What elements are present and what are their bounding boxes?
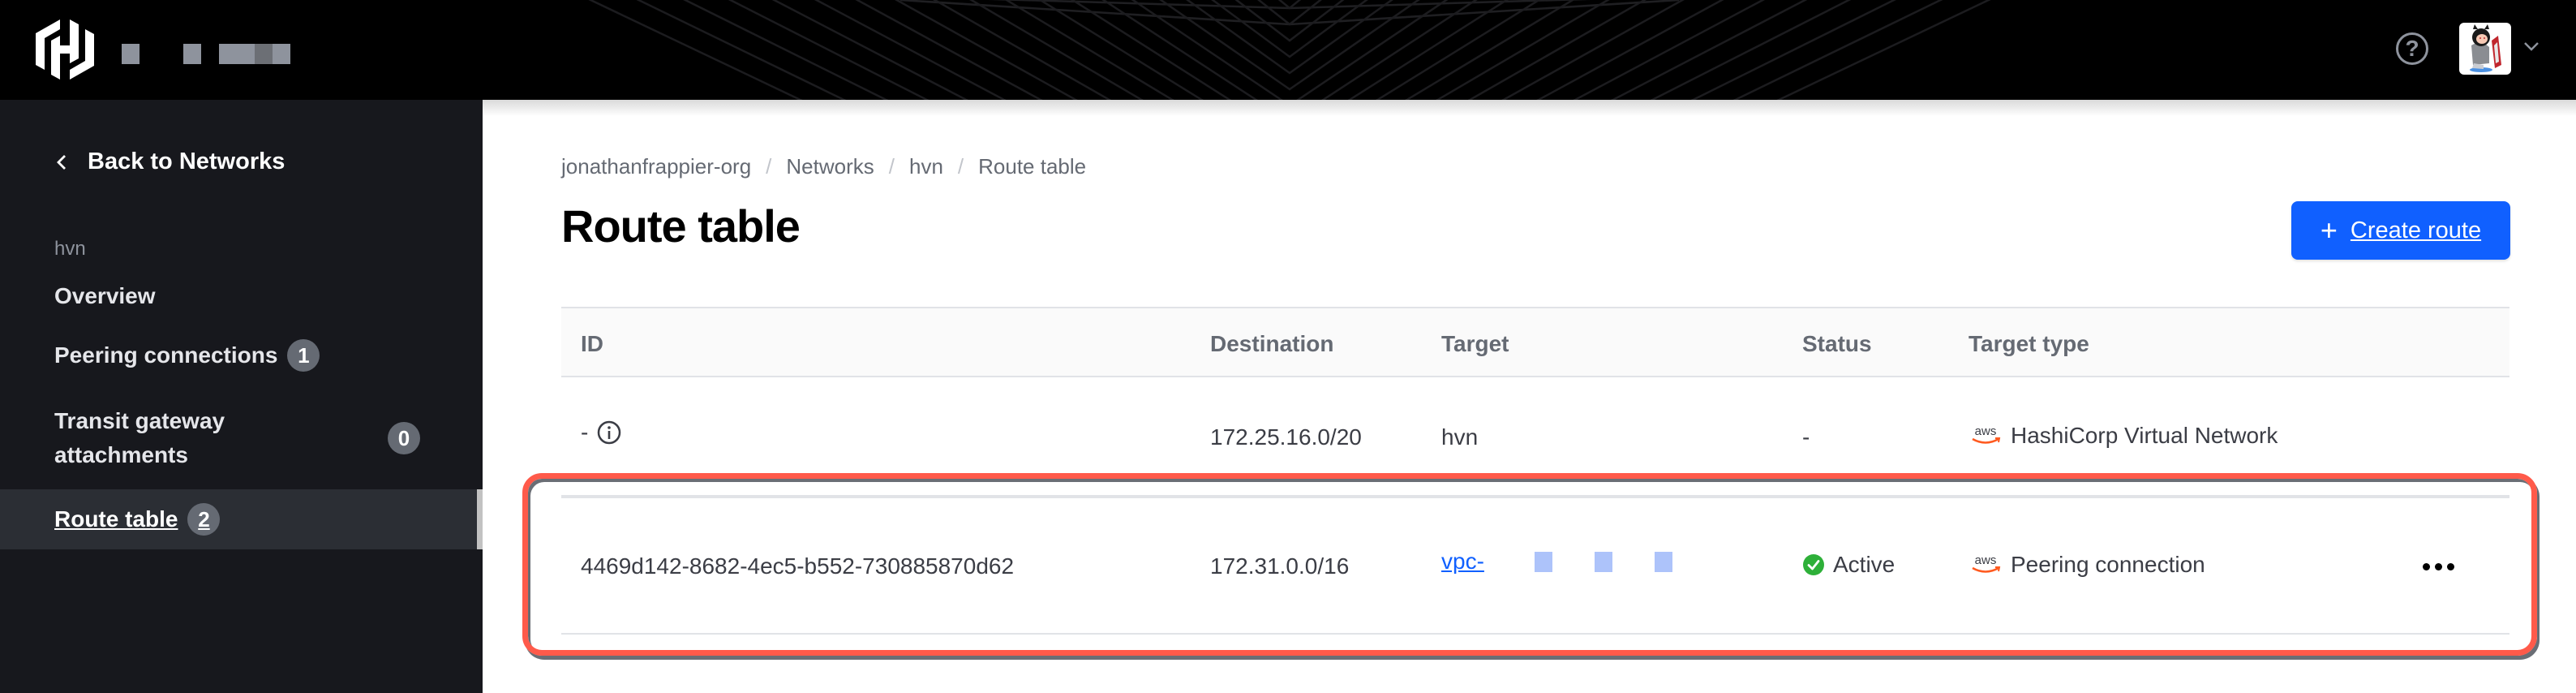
cell-target-type: aws HashiCorp Virtual Network [1968, 423, 2278, 449]
svg-text:aws: aws [1975, 553, 1997, 567]
vpc-target-link[interactable]: vpc- [1441, 549, 1484, 575]
create-route-button[interactable]: + Create route [2291, 201, 2510, 260]
cell-target-type: aws Peering connection [1968, 552, 2205, 578]
back-to-networks-link[interactable]: Back to Networks [54, 148, 285, 175]
column-header-id: ID [581, 331, 603, 356]
table-row-highlighted: 4469d142-8682-4ec5-b552-730885870d62 172… [561, 497, 2509, 635]
sidebar: Back to Networks hvn Overview Peering co… [0, 100, 483, 693]
route-id[interactable]: 4469d142-8682-4ec5-b552-730885870d62 [581, 553, 1014, 579]
header-pattern-line [1004, 0, 1575, 100]
header-chevron-pattern [588, 0, 1991, 100]
column-header-target: Target [1441, 331, 1509, 356]
org-switcher-redacted[interactable] [183, 44, 201, 64]
hashicorp-logo[interactable] [36, 19, 94, 80]
header-pattern-line [1131, 0, 1449, 100]
cell-destination: 172.31.0.0/16 [1210, 553, 1349, 579]
header-pattern-line [588, 0, 1991, 100]
cell-target: hvn [1441, 424, 1478, 450]
breadcrumb-item-current: Route table [978, 154, 1087, 179]
header-pattern-line [814, 0, 1766, 100]
target-type-value: HashiCorp Virtual Network [2011, 423, 2278, 448]
sidebar-item-transit-gateway-attachments[interactable]: Transit gateway attachments 0 [0, 402, 480, 475]
count-badge: 2 [187, 503, 221, 536]
more-actions-button[interactable] [2414, 550, 2462, 583]
back-link-label: Back to Networks [88, 148, 286, 174]
header-pattern-line [728, 0, 1852, 100]
target-value: hvn [1441, 424, 1479, 450]
help-button[interactable]: ? [2396, 32, 2428, 65]
sidebar-item-label: Transit gateway attachments [54, 408, 225, 467]
breadcrumb-item-hvn[interactable]: hvn [909, 154, 943, 179]
top-navigation-bar: ? [0, 0, 2576, 100]
ellipsis-dot [2446, 562, 2454, 570]
count-badge: 0 [388, 422, 420, 454]
redacted-block [1534, 551, 1552, 572]
header-pattern-line [1234, 0, 1345, 42]
status-badge: Active [1833, 552, 1896, 577]
sidebar-section-label: hvn [54, 238, 86, 260]
chevron-down-icon[interactable] [2522, 41, 2540, 52]
aws-icon: aws [1972, 424, 2001, 444]
ellipsis-dot [2434, 562, 2442, 570]
redacted-block [1594, 551, 1612, 572]
cell-actions [2414, 550, 2462, 583]
status-value: - [1802, 424, 1810, 450]
cell-destination: 172.25.16.0/20 [1210, 424, 1362, 450]
info-icon[interactable] [596, 420, 622, 446]
cell-status: - [1802, 424, 1810, 450]
column-header-status: Status [1802, 331, 1872, 356]
sidebar-item-route-table[interactable]: Route table 2 [0, 489, 480, 549]
ellipsis-dot [2422, 562, 2430, 570]
breadcrumb-item-networks[interactable]: Networks [786, 154, 874, 179]
breadcrumb: jonathanfrappier-org / Networks / hvn / … [561, 154, 1086, 179]
sidebar-item-label: Route table [54, 506, 178, 532]
chevron-left-icon [57, 154, 66, 170]
table-header: ID Destination Target Status Target type [561, 307, 2509, 377]
octocat-avatar-icon [2470, 24, 2501, 72]
destination-value: 172.31.0.0/16 [1210, 553, 1350, 579]
table-row: - 172.25.16.0/20 hvn - aws HashiCorp Vir… [561, 377, 2509, 497]
breadcrumb-separator: / [766, 154, 772, 179]
org-switcher-redacted[interactable] [122, 44, 140, 64]
header-pattern-line [895, 0, 1685, 100]
destination-value: 172.25.16.0/20 [1210, 424, 1362, 450]
cell-target: vpc- [1441, 549, 1672, 575]
count-badge: 1 [287, 339, 320, 372]
org-switcher-redacted[interactable] [219, 44, 255, 64]
route-id: - [581, 420, 589, 445]
aws-icon: aws [1972, 553, 2001, 573]
column-header-destination: Destination [1210, 331, 1334, 356]
cell-id: - [581, 420, 622, 446]
breadcrumb-separator: / [957, 154, 964, 179]
active-item-indicator [477, 489, 483, 549]
sidebar-item-label: Overview [54, 283, 156, 308]
header-pattern-line [636, 0, 1943, 100]
sidebar-item-label: Peering connections [54, 342, 278, 368]
target-type-value: Peering connection [2011, 552, 2205, 577]
sidebar-item-overview[interactable]: Overview [0, 278, 480, 314]
cell-status: Active [1802, 552, 1895, 578]
header-pattern-line [932, 0, 1647, 100]
header-pattern-line [969, 0, 1610, 100]
header-pattern-line [683, 0, 1896, 100]
question-circle-icon: ? [2405, 36, 2419, 61]
sidebar-item-peering-connections[interactable]: Peering connections 1 [0, 335, 480, 376]
page-title: Route table [561, 200, 801, 252]
check-circle-icon [1803, 554, 1824, 575]
plus-icon: + [2320, 213, 2338, 247]
route-table: ID Destination Target Status Target type… [561, 307, 2509, 635]
header-shadow [483, 100, 2576, 116]
org-switcher-redacted[interactable] [255, 44, 273, 64]
org-switcher-redacted[interactable] [273, 44, 290, 64]
create-route-label: Create route [2350, 217, 2482, 243]
header-pattern-line [1257, 0, 1322, 26]
svg-text:aws: aws [1975, 424, 1997, 438]
redacted-block [1654, 551, 1672, 572]
user-avatar[interactable] [2459, 23, 2511, 75]
cell-id: 4469d142-8682-4ec5-b552-730885870d62 [581, 553, 1014, 579]
column-header-target-type: Target type [1968, 331, 2089, 356]
breadcrumb-separator: / [888, 154, 895, 179]
breadcrumb-item-org[interactable]: jonathanfrappier-org [561, 154, 751, 179]
